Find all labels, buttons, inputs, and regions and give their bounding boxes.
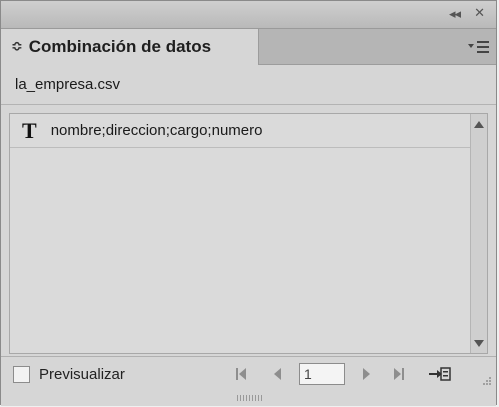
panel-footer: Previsualizar (1, 356, 496, 392)
create-merged-document-icon[interactable] (428, 363, 452, 385)
text-field-icon: T (22, 117, 37, 143)
grip-lines-icon (237, 395, 262, 401)
next-record-icon[interactable] (359, 365, 375, 383)
previous-record-icon[interactable] (269, 365, 285, 383)
scroll-up-arrow-icon[interactable] (471, 116, 487, 132)
field-label: nombre;direccion;cargo;numero (50, 122, 263, 139)
last-record-icon[interactable] (391, 365, 407, 383)
preview-checkbox[interactable] (13, 366, 30, 383)
first-record-icon[interactable] (233, 365, 249, 383)
preview-label[interactable]: Previsualizar (39, 366, 125, 383)
data-source-name: la_empresa.csv (1, 65, 496, 105)
expand-collapse-icon[interactable]: ≎ (11, 39, 23, 55)
field-list: T nombre;direccion;cargo;numero (9, 113, 488, 354)
resize-grip-icon[interactable] (478, 374, 492, 388)
tab-data-merge[interactable]: ≎ Combinación de datos (1, 29, 259, 65)
scroll-down-arrow-icon[interactable] (471, 335, 487, 351)
record-number-input[interactable] (299, 363, 345, 385)
field-item[interactable]: T nombre;direccion;cargo;numero (10, 114, 470, 148)
tab-bar: ≎ Combinación de datos (1, 29, 496, 65)
vertical-scrollbar[interactable] (470, 114, 487, 353)
panel-bottom-grip[interactable] (1, 392, 496, 406)
panel-title-strip[interactable]: ◂◂ ✕ (1, 1, 496, 29)
close-icon[interactable]: ✕ (474, 6, 485, 21)
tab-title: Combinación de datos (28, 37, 212, 56)
collapse-icon[interactable]: ◂◂ (449, 6, 461, 22)
data-merge-panel: ◂◂ ✕ ≎ Combinación de datos la_empresa.c… (0, 0, 497, 406)
panel-menu-icon[interactable] (466, 37, 490, 57)
